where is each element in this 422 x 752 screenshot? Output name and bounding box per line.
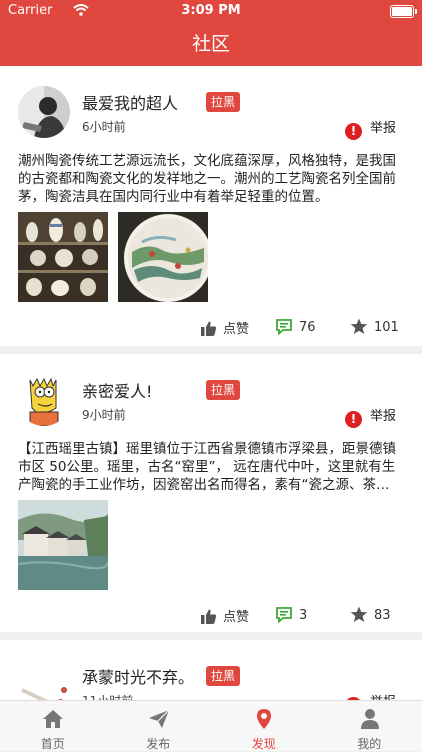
location-pin-icon — [253, 708, 275, 730]
home-icon — [42, 708, 64, 730]
block-button[interactable]: 拉黑 — [206, 92, 240, 112]
alert-icon: ! — [345, 123, 362, 140]
report-label: 举报 — [370, 121, 396, 136]
nav-bar: 社区 — [0, 22, 422, 66]
tab-discover[interactable]: 发现 — [211, 701, 317, 751]
post-card[interactable]: 承蒙时光不弃。 拉黑 11小时前 !举报 — [0, 640, 422, 700]
comment-button[interactable]: 3 — [275, 606, 307, 623]
comment-count: 76 — [299, 320, 316, 335]
like-button[interactable]: 点赞 — [200, 606, 249, 625]
post-time: 9小时前 — [82, 406, 126, 423]
post-image-porcelain-shelf[interactable] — [18, 212, 108, 302]
tab-label: 发现 — [211, 735, 317, 752]
report-label: 举报 — [370, 409, 396, 424]
report-button[interactable]: !举报 — [345, 691, 396, 700]
tab-label: 首页 — [0, 735, 106, 752]
alert-icon: ! — [345, 411, 362, 428]
post-actions: 点赞 76 101 — [0, 318, 422, 338]
like-label: 点赞 — [223, 610, 249, 625]
star-button[interactable]: 101 — [350, 318, 399, 335]
avatar[interactable] — [18, 660, 70, 700]
community-feed[interactable]: 最爱我的超人 拉黑 6小时前 ! 举报 潮州陶瓷传统工艺源远流长，文化底蕴深厚，风… — [0, 66, 422, 700]
block-button[interactable]: 拉黑 — [206, 380, 240, 400]
comment-button[interactable]: 76 — [275, 318, 316, 335]
like-button[interactable]: 点赞 — [200, 318, 249, 337]
star-icon — [350, 606, 368, 623]
star-button[interactable]: 83 — [350, 606, 391, 623]
like-label: 点赞 — [223, 322, 249, 337]
tab-bar: 首页 发布 发现 我的 — [0, 700, 422, 751]
post-content: 【江西瑶里古镇】瑶里镇位于江西省景德镇市浮梁县，距景德镇市区 50公里。瑶里，古… — [18, 440, 406, 494]
post-username[interactable]: 亲密爱人! — [82, 378, 152, 402]
page-title: 社区 — [192, 33, 230, 55]
tab-mine[interactable]: 我的 — [317, 701, 422, 751]
thumbs-up-icon — [200, 320, 217, 337]
clock: 3:09 PM — [0, 3, 422, 18]
post-card[interactable]: 最爱我的超人 拉黑 6小时前 ! 举报 潮州陶瓷传统工艺源远流长，文化底蕴深厚，风… — [0, 66, 422, 346]
post-username[interactable]: 承蒙时光不弃。 — [82, 664, 194, 688]
tab-publish[interactable]: 发布 — [106, 701, 212, 751]
tab-label: 发布 — [106, 735, 212, 752]
avatar[interactable] — [18, 374, 70, 426]
post-image-ancient-town[interactable] — [18, 500, 108, 590]
block-button[interactable]: 拉黑 — [206, 666, 240, 686]
post-actions: 点赞 3 83 — [0, 606, 422, 626]
thumbs-up-icon — [200, 608, 217, 625]
status-bar: Carrier 3:09 PM — [0, 0, 422, 22]
post-username[interactable]: 最爱我的超人 — [82, 90, 178, 114]
post-card[interactable]: 亲密爱人! 拉黑 9小时前 ! 举报 【江西瑶里古镇】瑶里镇位于江西省景德镇市浮梁… — [0, 354, 422, 632]
star-count: 83 — [374, 608, 391, 623]
star-count: 101 — [374, 320, 399, 335]
battery-icon — [390, 5, 414, 18]
post-time: 6小时前 — [82, 118, 126, 135]
comment-icon — [275, 606, 293, 623]
post-content: 潮州陶瓷传统工艺源远流长，文化底蕴深厚，风格独特，是我国的古瓷都和陶瓷文化的发祥… — [18, 152, 406, 206]
post-image-porcelain-plate[interactable] — [118, 212, 208, 302]
user-icon — [359, 708, 381, 730]
comment-count: 3 — [299, 608, 307, 623]
tab-home[interactable]: 首页 — [0, 701, 106, 751]
comment-icon — [275, 318, 293, 335]
report-button[interactable]: ! 举报 — [345, 117, 396, 140]
avatar[interactable] — [18, 86, 70, 138]
paper-plane-icon — [148, 708, 170, 730]
report-button[interactable]: ! 举报 — [345, 405, 396, 428]
tab-label: 我的 — [317, 735, 422, 752]
post-time: 11小时前 — [82, 692, 133, 700]
star-icon — [350, 318, 368, 335]
